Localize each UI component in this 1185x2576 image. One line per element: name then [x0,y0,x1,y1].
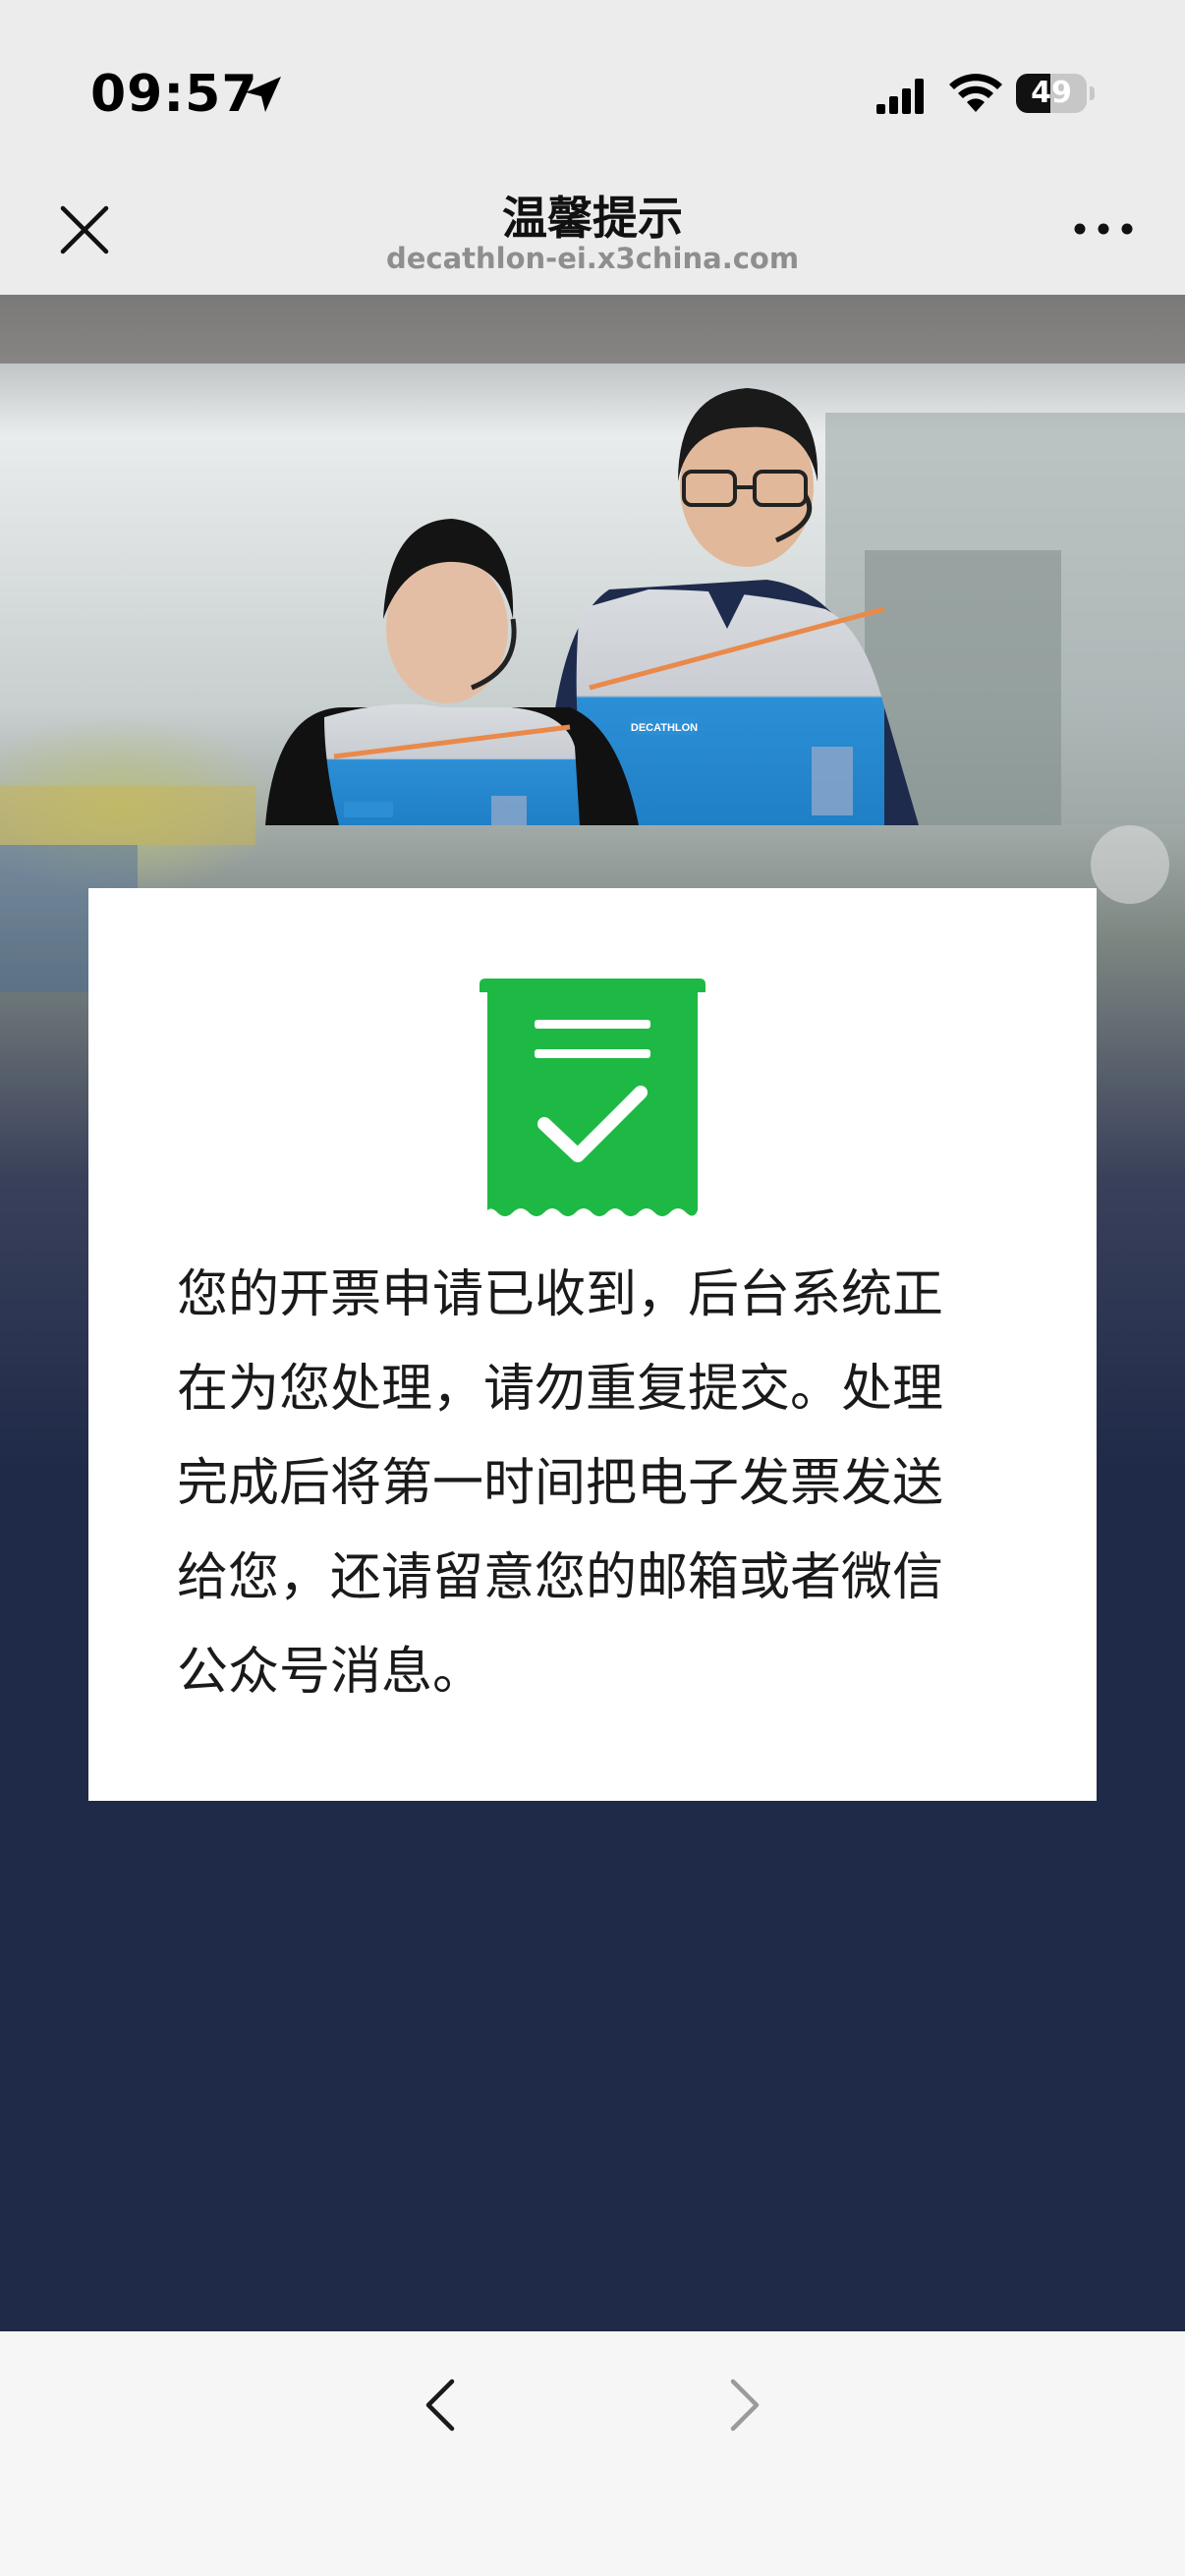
chevron-right-icon[interactable] [713,2376,772,2435]
browser-toolbar [0,2331,1185,2576]
web-content: DECATHLON 您的开票申请已收到，后台系统正 在为您处理，请勿重复提交。处… [0,295,1185,2331]
wifi-icon [949,74,1002,112]
notice-line: 公众号消息。 [177,1643,484,1702]
receipt-check-icon [480,979,705,1216]
notice-line: 给您，还请留意您的邮箱或者微信 [177,1548,944,1607]
page-url: decathlon-ei.x3china.com [385,242,800,275]
signal-icon [876,79,924,114]
vest-logo-text: DECATHLON [631,722,698,734]
chevron-left-icon[interactable] [413,2376,472,2435]
notice-line: 您的开票申请已收到，后台系统正 [177,1265,944,1324]
notice-line: 完成后将第一时间把电子发票发送 [177,1454,944,1513]
notice-line: 在为您处理，请勿重复提交。处理 [177,1360,944,1419]
notice-card: 您的开票申请已收到，后台系统正 在为您处理，请勿重复提交。处理 完成后将第一时间… [88,888,1097,1801]
more-icon[interactable] [1071,214,1140,244]
location-arrow-icon [246,77,281,112]
status-time: 09:57 [90,65,258,124]
battery-percent: 49 [1031,76,1072,110]
status-bar: 09:57 49 [0,0,1185,177]
notice-message: 您的开票申请已收到，后台系统正 在为您处理，请勿重复提交。处理 完成后将第一时间… [177,1248,1012,1719]
battery-icon: 49 [1016,74,1095,115]
page-title: 温馨提示 [502,192,683,245]
